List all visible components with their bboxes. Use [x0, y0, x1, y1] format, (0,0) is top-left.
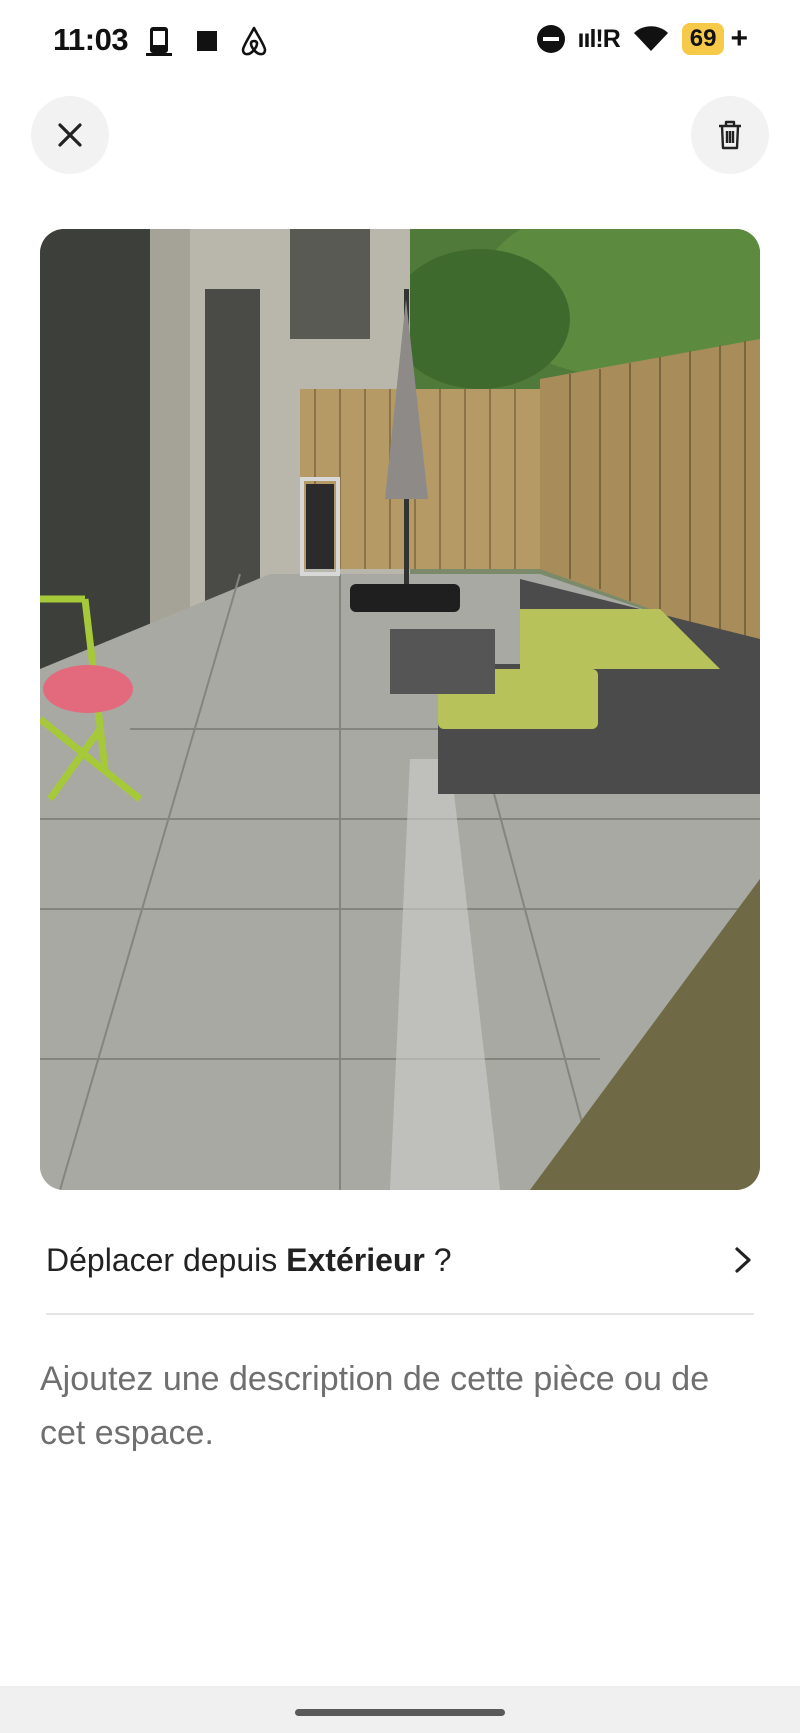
network-indicator: ııl!R [577, 24, 621, 53]
square-icon [197, 31, 217, 51]
move-room-suffix: ? [424, 1241, 452, 1278]
home-indicator[interactable] [295, 1709, 505, 1716]
patio-photo[interactable] [40, 229, 760, 1190]
trash-icon [719, 120, 741, 150]
close-icon [58, 123, 82, 147]
close-button[interactable] [31, 96, 109, 174]
battery-charging: + [730, 22, 748, 55]
description-input[interactable]: Ajoutez une description de cette pièce o… [40, 1352, 760, 1460]
move-room-label: Déplacer depuis Extérieur ? [46, 1242, 452, 1279]
status-right-icons: ııl!R 69 + [536, 22, 748, 56]
status-left-icons [142, 24, 270, 58]
do-not-disturb-icon [536, 25, 565, 53]
status-bar: 11:03 ııl!R 69 + [0, 0, 800, 80]
battery-level: 69 [681, 23, 725, 55]
move-room-row[interactable]: Déplacer depuis Extérieur ? [46, 1225, 754, 1315]
chevron-right-icon [735, 1247, 751, 1273]
wifi-icon [633, 26, 668, 51]
patio-photo-illustration [40, 229, 760, 1190]
status-time: 11:03 [53, 22, 129, 57]
airbnb-icon [241, 26, 267, 56]
move-room-prefix: Déplacer depuis [46, 1241, 287, 1278]
delete-button[interactable] [691, 96, 769, 174]
move-room-name: Extérieur [286, 1241, 425, 1278]
phone-icon [146, 27, 172, 56]
